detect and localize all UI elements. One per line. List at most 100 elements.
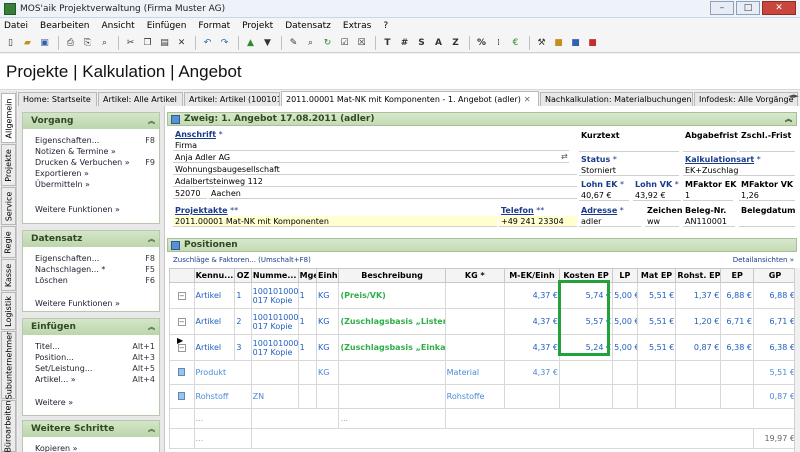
open-folder-icon[interactable]: ▰: [20, 35, 35, 51]
collapse-toggle-icon[interactable]: −: [177, 318, 186, 326]
text-button-a[interactable]: A: [431, 35, 446, 51]
cell-lp[interactable]: 5,00 €: [612, 308, 638, 335]
anschrift-line-1[interactable]: Firma: [173, 140, 569, 151]
cell-kosten-ep[interactable]: [559, 384, 614, 409]
cell-kosten-ep[interactable]: 5,24 €: [559, 334, 614, 361]
column-header-mat-ep[interactable]: Mat EP: [636, 268, 677, 283]
cell-beschreibung[interactable]: [338, 360, 446, 385]
sidebar-item-eigenschaften[interactable]: Eigenschaften... F8: [23, 135, 159, 146]
cell-empty[interactable]: [444, 408, 798, 429]
column-header-nummer[interactable]: Numme...: [250, 268, 299, 283]
cell-einh[interactable]: KG: [316, 360, 340, 385]
anschrift-line-4[interactable]: Adalbertsteinweg 112: [173, 176, 577, 187]
check-icon[interactable]: ☑: [337, 35, 352, 51]
sidebar-more-link[interactable]: Weitere Funktionen »: [23, 204, 159, 215]
lohn-vk-field[interactable]: 43,92 €: [633, 190, 681, 201]
collapse-chevron-icon[interactable]: ︽: [148, 231, 155, 247]
lock-yellow-icon[interactable]: ■: [551, 35, 566, 51]
cell-nummer[interactable]: [250, 360, 299, 385]
delete-icon[interactable]: ✕: [174, 35, 189, 51]
tab-scroll-arrows-icon[interactable]: ◄►: [788, 92, 799, 100]
cell-ep[interactable]: [720, 360, 754, 385]
cell-lp[interactable]: 5,00 €: [612, 334, 638, 361]
print-preview-icon[interactable]: ⎘: [80, 35, 95, 51]
cell-mge[interactable]: [297, 360, 318, 385]
anschrift-line-3[interactable]: Wohnungsbaugesellschaft: [173, 164, 577, 175]
sidebar-item-titel[interactable]: Titel... Alt+1: [23, 341, 159, 352]
doc-tab-nachkalkulation[interactable]: Nachkalkulation: Materialbuchungen: [540, 92, 693, 106]
text-button-hash[interactable]: #: [397, 35, 412, 51]
cell-ep[interactable]: [720, 384, 754, 409]
column-header-einh[interactable]: Einh: [316, 268, 340, 283]
cell-oz[interactable]: 1: [234, 282, 252, 309]
sidebar-item-exportieren[interactable]: Exportieren »: [23, 168, 159, 179]
cell-oz[interactable]: 2: [234, 308, 252, 335]
collapse-chevron-icon[interactable]: ︽: [148, 421, 155, 437]
cell-mat-ep[interactable]: 5,51 €: [636, 308, 677, 335]
menu-bearbeiten[interactable]: Bearbeiten: [40, 21, 89, 31]
telefon-label[interactable]: Telefon: [501, 206, 534, 215]
cell-rohst-ep[interactable]: [675, 360, 722, 385]
doc-tab-home[interactable]: Home: Startseite: [18, 92, 97, 106]
column-header-lp[interactable]: LP: [612, 268, 638, 283]
kalkart-label[interactable]: Kalkulationsart: [685, 155, 754, 164]
detailansichten-link[interactable]: Detailansichten »: [733, 256, 794, 264]
vtab-service[interactable]: Service: [1, 187, 16, 225]
cell-empty[interactable]: [250, 408, 340, 429]
sidebar-item-drucken[interactable]: Drucken & Verbuchen » F9: [23, 157, 159, 168]
cell-mge[interactable]: 1: [297, 282, 318, 309]
zuschlaege-link[interactable]: Zuschläge & Faktoren... (Umschalt+F8): [173, 256, 311, 264]
mfaktor-ek-field[interactable]: 1: [683, 190, 733, 201]
cell-einh[interactable]: KG: [316, 282, 340, 309]
lock-blue-icon[interactable]: ■: [568, 35, 583, 51]
text-button-percent[interactable]: %: [474, 35, 489, 51]
cell-nummer[interactable]: ZN: [250, 384, 299, 409]
menu-datei[interactable]: Datei: [4, 21, 28, 31]
text-button-s[interactable]: S: [414, 35, 429, 51]
column-header-rohst-ep[interactable]: Rohst. EP: [675, 268, 722, 283]
vtab-projekte[interactable]: Projekte: [1, 144, 16, 186]
cell-oz[interactable]: 3: [234, 334, 252, 361]
cell-mek[interactable]: 4,37 €: [503, 360, 561, 385]
expand-cell[interactable]: −: [169, 282, 195, 309]
vtab-bueroarbeiten[interactable]: Büroarbeiten: [1, 400, 16, 452]
column-header-mge[interactable]: Mge: [297, 268, 318, 283]
cell-gp[interactable]: 6,38 €: [753, 334, 797, 361]
column-header-mek[interactable]: M-EK/Einh: [503, 268, 561, 283]
cell-kg[interactable]: Material: [444, 360, 505, 385]
column-header-ep[interactable]: EP: [720, 268, 754, 283]
sidebar-item-eigenschaften[interactable]: Eigenschaften... F8: [23, 253, 159, 264]
cell-kennung[interactable]: Artikel: [193, 282, 236, 309]
doc-tab-alle-artikel[interactable]: Artikel: Alle Artikel: [98, 92, 183, 106]
cell-nummer[interactable]: 100101000 017 Kopie: [250, 308, 299, 335]
lohn-ek-field[interactable]: 40,67 €: [579, 190, 629, 201]
sidebar-item-uebermitteln[interactable]: Übermitteln »: [23, 179, 159, 190]
cell-gp[interactable]: 6,71 €: [753, 308, 797, 335]
cell-rohst-ep[interactable]: 1,37 €: [675, 282, 722, 309]
belegnr-field[interactable]: AN110001: [683, 216, 735, 227]
anschrift-label[interactable]: Anschrift: [175, 130, 216, 139]
menu-help[interactable]: ?: [383, 21, 388, 31]
arrow-up-icon[interactable]: ▲: [243, 35, 258, 51]
cell-empty[interactable]: [250, 428, 755, 449]
save-icon[interactable]: ▣: [37, 35, 52, 51]
table-row[interactable]: − Artikel 1 100101000 017 Kopie 1 KG (Pr…: [169, 282, 797, 309]
cell-einh[interactable]: KG: [316, 334, 340, 361]
close-button[interactable]: ✕: [762, 1, 796, 15]
cell-mge[interactable]: 1: [297, 308, 318, 335]
column-header-beschreibung[interactable]: Beschreibung: [338, 268, 446, 283]
belegdatum-field[interactable]: [739, 216, 795, 227]
vtab-logistik[interactable]: Logistik: [1, 292, 16, 330]
search-icon[interactable]: ⌕: [303, 35, 318, 51]
table-row-empty[interactable]: ... ...: [169, 408, 798, 429]
new-doc-icon[interactable]: ▯: [3, 35, 18, 51]
zschl-frist-field[interactable]: [739, 141, 795, 152]
cell-kosten-ep[interactable]: [559, 360, 614, 385]
sidebar-item-nachschlagen[interactable]: Nachschlagen... * F5: [23, 264, 159, 275]
cell-nummer[interactable]: 100101000 017 Kopie: [250, 334, 299, 361]
panel-header[interactable]: Datensatz ︽: [23, 231, 159, 247]
table-row[interactable]: − Artikel 2 100101000 017 Kopie 1 KG (Zu…: [169, 308, 797, 335]
plz-field[interactable]: 52070: [173, 188, 207, 199]
sidebar-more-link[interactable]: Weitere »: [23, 397, 159, 408]
cell-mat-ep[interactable]: [636, 384, 677, 409]
